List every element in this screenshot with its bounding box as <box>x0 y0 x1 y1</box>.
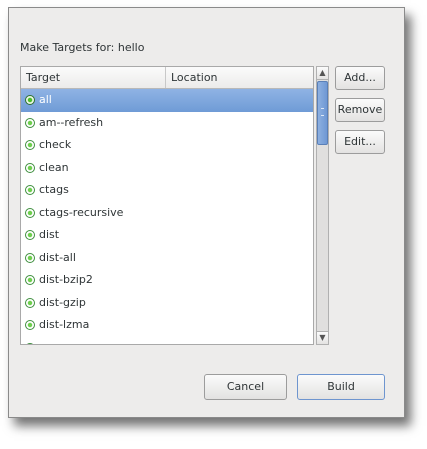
target-row-dist-gzip[interactable]: dist-gzip <box>21 292 313 315</box>
add-target-button[interactable]: Add... <box>335 66 385 90</box>
dialog-caption: Make Targets for: hello <box>20 41 145 54</box>
make-target-icon <box>25 297 35 308</box>
edit-target-button[interactable]: Edit... <box>335 130 385 154</box>
list-header: Target Location <box>21 67 313 89</box>
target-row-all[interactable]: all <box>21 89 313 112</box>
make-target-icon <box>25 230 35 240</box>
cancel-button[interactable]: Cancel <box>204 374 287 400</box>
target-row-ctags[interactable]: ctags <box>21 179 313 202</box>
target-label: dist-gzip <box>39 295 86 309</box>
target-label: all <box>39 93 52 106</box>
make-target-icon <box>25 252 35 263</box>
target-label: clean <box>39 160 69 174</box>
targets-rows: all am--refresh check clean ctags ctags-… <box>21 89 313 344</box>
target-label: ctags-recursive <box>39 205 124 219</box>
target-label: dist-bzip2 <box>39 273 93 286</box>
target-row-dist-bzip2[interactable]: dist-bzip2 <box>21 269 313 292</box>
scrollbar-grip <box>321 108 324 116</box>
column-header-target[interactable]: Target <box>21 67 166 88</box>
target-label: am--refresh <box>39 115 104 129</box>
target-row-dist[interactable]: dist <box>21 224 313 247</box>
make-target-icon <box>25 275 35 285</box>
make-target-icon <box>25 207 35 218</box>
scrollbar-thumb[interactable] <box>317 81 328 145</box>
make-target-icon <box>25 95 35 105</box>
target-label: check <box>39 138 72 151</box>
make-target-icon <box>25 117 35 128</box>
make-target-icon <box>25 320 35 330</box>
target-row-partial[interactable] <box>21 337 313 344</box>
target-row-clean[interactable]: clean <box>21 157 313 180</box>
make-target-icon <box>25 140 35 150</box>
target-label: dist-all <box>39 250 76 264</box>
make-targets-dialog: Make Targets for: hello Target Location … <box>8 7 405 418</box>
scroll-down-arrow-icon[interactable]: ▼ <box>317 331 328 344</box>
scroll-up-arrow-icon[interactable]: ▲ <box>317 67 328 80</box>
target-row-check[interactable]: check <box>21 134 313 157</box>
targets-scrollbar[interactable]: ▲ ▼ <box>316 66 329 345</box>
build-button[interactable]: Build <box>297 374 385 400</box>
target-label: dist <box>39 228 60 241</box>
target-row-ctags-recursive[interactable]: ctags-recursive <box>21 202 313 225</box>
remove-target-button[interactable]: Remove <box>335 98 385 122</box>
make-target-icon <box>25 185 35 195</box>
target-row-dist-all[interactable]: dist-all <box>21 247 313 270</box>
target-label: dist-lzma <box>39 318 90 331</box>
target-row-am-refresh[interactable]: am--refresh <box>21 112 313 135</box>
targets-list[interactable]: Target Location all am--refresh check cl… <box>20 66 314 345</box>
target-row-dist-lzma[interactable]: dist-lzma <box>21 314 313 337</box>
make-target-icon <box>25 342 35 344</box>
target-label: ctags <box>39 183 69 196</box>
column-header-location[interactable]: Location <box>166 67 313 88</box>
make-target-icon <box>25 162 35 173</box>
